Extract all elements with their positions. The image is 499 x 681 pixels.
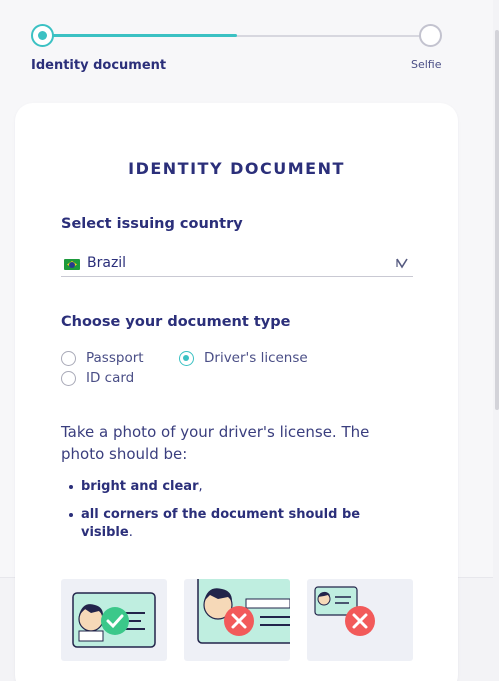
radio-id-card-label: ID card bbox=[86, 370, 135, 386]
example-too-close-photo bbox=[184, 579, 290, 661]
identity-document-card: IDENTITY DOCUMENT Select issuing country… bbox=[15, 103, 458, 681]
scrollbar[interactable] bbox=[495, 30, 499, 410]
requirement-item: all corners of the document should be vi… bbox=[67, 506, 387, 542]
page: Identity document Selfie IDENTITY DOCUME… bbox=[0, 0, 499, 681]
requirements-list: bright and clear, all corners of the doc… bbox=[67, 478, 387, 552]
radio-drivers-license[interactable]: Driver's license bbox=[179, 350, 308, 366]
stepper-progress bbox=[52, 34, 237, 37]
radio-passport-circle[interactable] bbox=[61, 350, 76, 366]
radio-id-card-circle[interactable] bbox=[61, 370, 76, 386]
step-selfie-dot[interactable] bbox=[419, 24, 442, 47]
cross-icon bbox=[345, 606, 375, 636]
radio-passport[interactable]: Passport bbox=[61, 350, 144, 366]
step-selfie-label: Selfie bbox=[411, 58, 442, 71]
radio-drivers-license-circle[interactable] bbox=[179, 350, 194, 366]
example-correct-photo bbox=[61, 579, 167, 661]
chevron-down-icon[interactable] bbox=[395, 256, 409, 274]
card-title: IDENTITY DOCUMENT bbox=[128, 159, 345, 178]
flag-brazil-icon bbox=[64, 259, 80, 270]
stepper: Identity document Selfie bbox=[0, 0, 493, 90]
example-too-far-photo bbox=[307, 579, 413, 661]
requirement-item: bright and clear, bbox=[67, 478, 387, 496]
radio-drivers-license-label: Driver's license bbox=[204, 350, 308, 366]
instructions-text: Take a photo of your driver's license. T… bbox=[61, 423, 370, 463]
country-select[interactable]: Brazil bbox=[61, 253, 413, 277]
country-value: Brazil bbox=[87, 255, 127, 271]
cross-icon bbox=[224, 606, 254, 636]
country-section-label: Select issuing country bbox=[61, 216, 243, 232]
check-icon bbox=[101, 607, 129, 635]
step-identity-document-dot[interactable] bbox=[31, 24, 54, 47]
step-identity-document-label: Identity document bbox=[31, 58, 167, 73]
doc-type-section-label: Choose your document type bbox=[61, 314, 291, 330]
radio-id-card[interactable]: ID card bbox=[61, 370, 134, 386]
radio-passport-label: Passport bbox=[86, 350, 144, 366]
